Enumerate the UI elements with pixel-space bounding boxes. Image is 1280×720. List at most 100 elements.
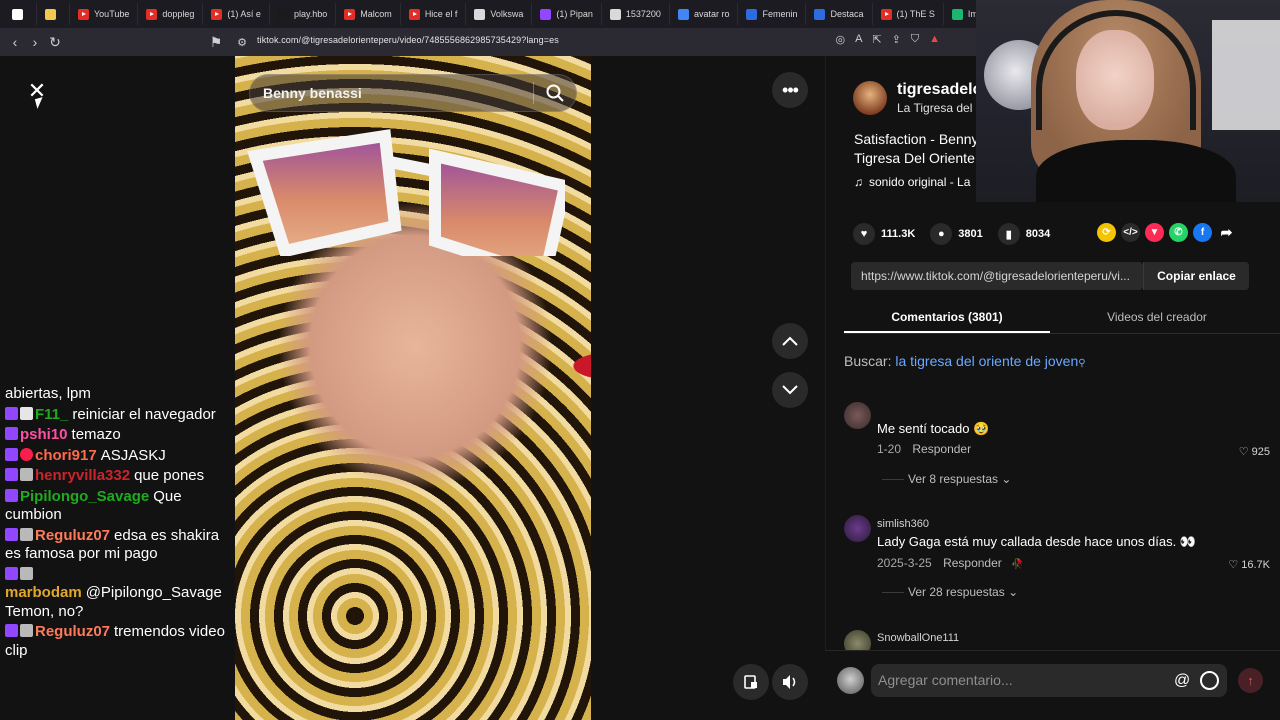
whatsapp-icon[interactable]: ✆ [1169, 223, 1188, 242]
emoji-icon[interactable] [1200, 671, 1219, 690]
back-icon[interactable]: ‹ [5, 32, 25, 52]
browser-tab[interactable]: play.hbo [270, 3, 337, 25]
view-replies-button[interactable]: Ver 28 respuestas ⌄ [882, 585, 1018, 599]
tab-label: YouTube [94, 9, 130, 19]
embed-icon[interactable]: </> [1121, 223, 1140, 242]
search-icon[interactable] [534, 74, 576, 112]
commenter-name[interactable]: SnowballOne111 [877, 632, 959, 644]
share-arrow-icon[interactable]: ➦ [1217, 223, 1236, 242]
chat-username[interactable]: Reguluz07 [35, 527, 110, 544]
browser-tab[interactable]: Malcom [336, 3, 401, 25]
chat-username[interactable]: pshi10 [20, 426, 68, 443]
alert-icon[interactable]: ▲ [929, 33, 940, 46]
video-link-field[interactable]: https://www.tiktok.com/@tigresadelorient… [851, 262, 1143, 290]
save-button[interactable]: ▮ 8034 [997, 223, 1050, 245]
chat-message: chori917 ASJASKJ [5, 447, 233, 466]
send-to-friends-icon[interactable]: ▼ [1145, 223, 1164, 242]
sound-link[interactable]: ♫ sonido original - La [854, 175, 970, 189]
reply-button[interactable]: Responder [912, 442, 971, 456]
tab-creator-videos[interactable]: Videos del creador [1054, 304, 1260, 333]
volume-icon[interactable] [772, 664, 808, 700]
tab-favicon-icon [746, 8, 758, 20]
browser-tab[interactable]: Destaca [806, 3, 873, 25]
author-name[interactable]: tigresadelc [897, 81, 981, 99]
chat-badges [5, 427, 18, 440]
commenter-avatar[interactable] [844, 515, 871, 542]
chat-username[interactable]: henryvilla332 [35, 467, 130, 484]
chevron-down-icon[interactable] [772, 372, 808, 408]
shield-icon[interactable]: ⛉ [911, 33, 919, 46]
video-player[interactable] [235, 56, 591, 720]
music-note-icon: ♫ [854, 175, 863, 189]
reader-icon[interactable]: ◎ [835, 33, 845, 46]
chat-username[interactable]: Pipilongo_Savage [20, 488, 149, 505]
url-text[interactable]: tiktok.com/@tigresadelorienteperu/video/… [257, 35, 559, 45]
reload-icon[interactable]: ↻ [45, 32, 65, 52]
browser-tab[interactable]: doppleg [138, 3, 204, 25]
chat-badges [5, 527, 33, 541]
more-options-icon[interactable]: ••• [772, 72, 808, 108]
tab-favicon-icon [45, 8, 56, 20]
video-search-bar[interactable]: Benny benassi [249, 74, 577, 112]
bookmark-icon[interactable]: ⚑ [206, 32, 226, 52]
mention-icon[interactable]: @ [1174, 672, 1190, 690]
chat-username[interactable]: chori917 [35, 447, 97, 464]
comment-item: Me sentí tocado 🥹 1-20 Responder ♡ 925 V… [844, 402, 1274, 497]
like-button[interactable]: ♥ 111.3K [853, 223, 915, 245]
comment-date: 1-20 [877, 442, 902, 456]
browser-tab[interactable]: Volkswa [466, 3, 533, 25]
browser-tab[interactable]: (1) ThE S [873, 3, 944, 25]
search-suggestion-prefix: Buscar: [844, 353, 892, 369]
sub-badge-icon [5, 427, 18, 440]
facebook-icon[interactable]: f [1193, 223, 1212, 242]
browser-tab[interactable]: Hice el f [401, 3, 467, 25]
tab-favicon-icon [474, 8, 486, 20]
browser-tab[interactable]: Femenin [738, 3, 807, 25]
comment-button[interactable]: ● 3801 [930, 223, 983, 245]
share-buttons: ⟳ </> ▼ ✆ f ➦ [1097, 223, 1236, 242]
reply-button[interactable]: Responder [943, 556, 1002, 570]
browser-tab[interactable] [37, 3, 70, 25]
send-button[interactable]: ↑ [1238, 668, 1263, 693]
browser-tab[interactable]: avatar ro [670, 3, 739, 25]
current-user-avatar [837, 667, 864, 694]
search-suggestion-link[interactable]: la tigresa del oriente de joven [895, 353, 1078, 369]
heart-outline-icon: ♡ [1228, 559, 1239, 571]
gift-badge-icon [20, 406, 33, 420]
commenter-avatar[interactable] [844, 630, 871, 650]
streamer-body [1036, 140, 1236, 202]
view-replies-button[interactable]: Ver 8 respuestas ⌄ [882, 472, 1011, 486]
comment-like[interactable]: ♡ 16.7K [1228, 558, 1270, 571]
forward-icon[interactable]: › [25, 32, 45, 52]
browser-tab[interactable]: (1) Pipan [532, 3, 602, 25]
open-external-icon[interactable]: ⇱ [872, 33, 881, 46]
chat-username[interactable]: marbodam [5, 584, 82, 601]
commenter-name[interactable]: simlish360 [877, 518, 929, 530]
copy-link-button[interactable]: Copiar enlace [1143, 262, 1249, 290]
chat-message: Reguluz07 edsa es shakira es famosa por m… [5, 527, 233, 564]
video-search-input[interactable]: Benny benassi [263, 85, 533, 101]
sound-label: sonido original - La [869, 175, 971, 189]
site-info-icon[interactable]: ⚙ [232, 32, 252, 52]
comment-like[interactable]: ♡ 925 [1239, 445, 1270, 458]
repost-icon[interactable]: ⟳ [1097, 223, 1116, 242]
chevron-up-icon[interactable] [772, 323, 808, 359]
browser-tab[interactable] [4, 3, 37, 25]
picture-in-picture-icon[interactable] [733, 664, 769, 700]
tab-comments[interactable]: Comentarios (3801) [844, 304, 1050, 333]
chat-message: abiertas, lpm [5, 385, 233, 404]
comment-item: SnowballOne111 [844, 630, 1274, 650]
chat-username[interactable]: F11_ [35, 406, 68, 423]
tab-label: (1) Así e [227, 9, 261, 19]
share-page-icon[interactable]: ⇪ [892, 33, 901, 46]
browser-tab[interactable]: (1) Así e [203, 3, 270, 25]
view-replies-label: Ver 8 respuestas [908, 472, 999, 486]
browser-tab[interactable]: YouTube [70, 3, 139, 25]
chat-username[interactable]: Reguluz07 [35, 623, 110, 640]
translate-icon[interactable]: A [855, 33, 862, 46]
commenter-avatar[interactable] [844, 402, 871, 429]
browser-tab[interactable]: 1537200 [602, 3, 670, 25]
tab-favicon-icon [880, 8, 892, 20]
author-avatar[interactable] [853, 81, 887, 115]
search-suggestion[interactable]: Buscar: la tigresa del oriente de joven⚲ [844, 353, 1086, 369]
